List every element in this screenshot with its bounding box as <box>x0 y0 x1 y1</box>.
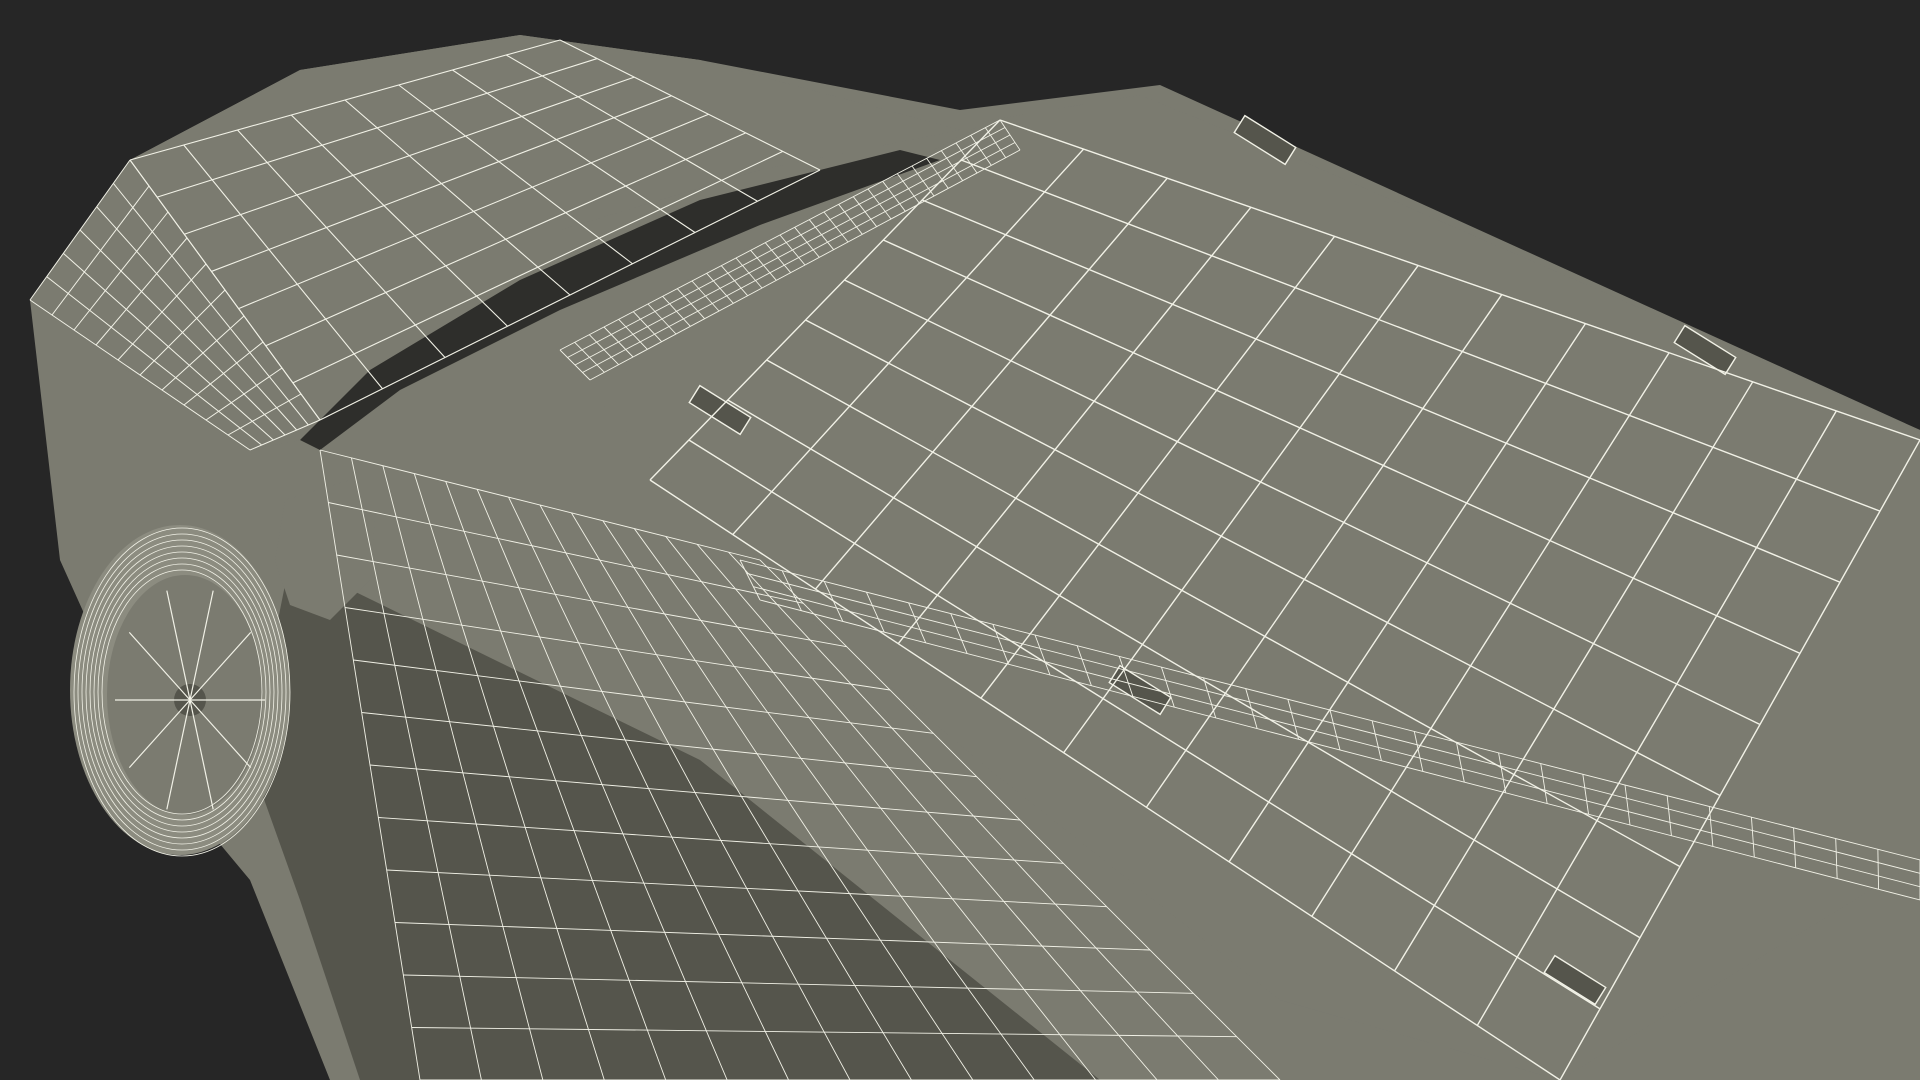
wireframe-scene <box>29 35 1920 1080</box>
render-viewport <box>0 0 1920 1080</box>
rear-wheel <box>70 525 291 857</box>
